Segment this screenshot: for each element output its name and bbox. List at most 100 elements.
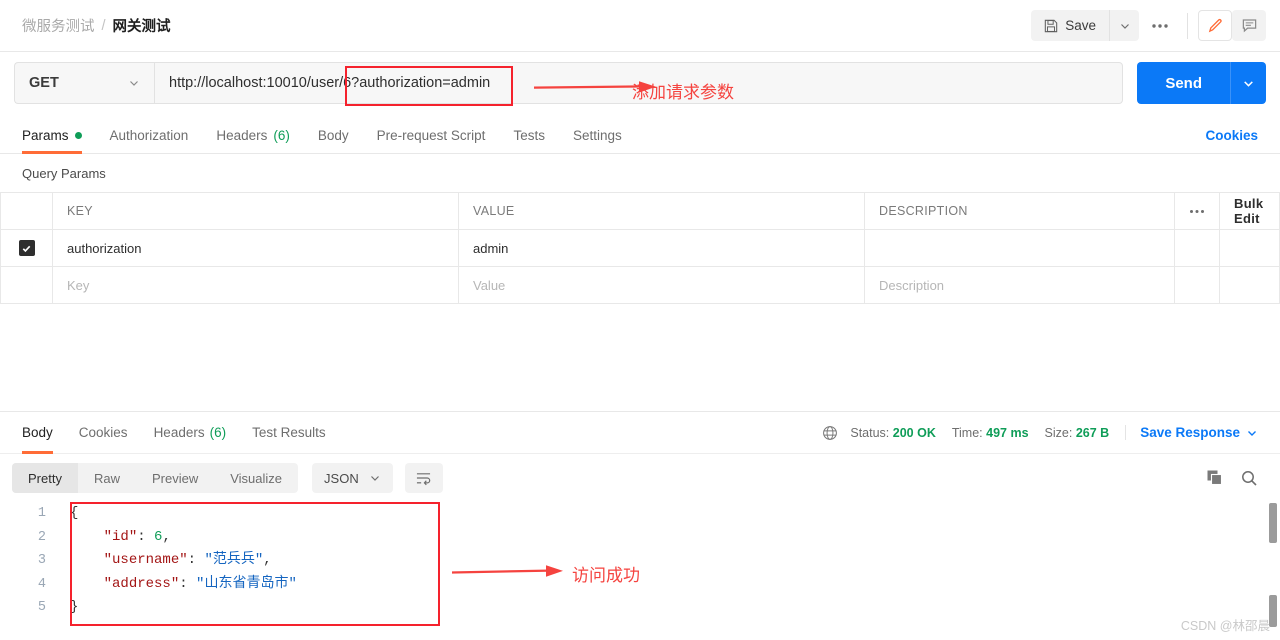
row-description[interactable]	[864, 229, 1175, 267]
code-line: }	[70, 596, 297, 620]
send-dropdown-button[interactable]	[1230, 62, 1266, 104]
view-mode-pretty[interactable]: Pretty	[12, 463, 78, 493]
row-key[interactable]: authorization	[52, 229, 459, 267]
header-divider	[1187, 12, 1188, 39]
view-mode-preview[interactable]: Preview	[136, 463, 214, 493]
header-actions: Save	[1031, 10, 1266, 41]
response-tab-headers-count: (6)	[209, 425, 227, 440]
view-mode-visualize[interactable]: Visualize	[214, 463, 298, 493]
time-value: 497 ms	[986, 425, 1029, 440]
view-mode-raw[interactable]: Raw	[78, 463, 136, 493]
tab-settings[interactable]: Settings	[573, 116, 622, 154]
json-sep: :	[179, 575, 197, 592]
breadcrumb-separator: /	[101, 17, 106, 34]
cookies-link[interactable]: Cookies	[1205, 117, 1258, 153]
tab-authorization[interactable]: Authorization	[110, 116, 189, 154]
json-key-username: "username"	[103, 552, 188, 568]
tab-params[interactable]: Params	[22, 116, 82, 154]
response-tab-test-results[interactable]: Test Results	[252, 412, 326, 454]
response-tab-body[interactable]: Body	[22, 412, 53, 454]
json-sep: :	[187, 552, 205, 568]
row-key-placeholder[interactable]: Key	[52, 266, 459, 304]
send-button[interactable]: Send	[1137, 62, 1230, 104]
watermark: CSDN @林邵晨	[1180, 619, 1270, 633]
chevron-down-icon	[369, 472, 381, 484]
line-number: 4	[37, 576, 46, 592]
save-button-label: Save	[1065, 18, 1096, 33]
row-description-placeholder[interactable]: Description	[864, 266, 1175, 304]
json-comma: ,	[162, 528, 171, 545]
http-method-select[interactable]: GET	[14, 62, 154, 104]
status-label: Status:	[850, 425, 890, 440]
response-toolbar-right	[1206, 469, 1258, 487]
json-value-address: "山东省青岛市"	[196, 575, 297, 592]
query-params-title: Query Params	[22, 166, 106, 181]
save-dropdown-button[interactable]	[1109, 10, 1139, 41]
code-line: "id": 6,	[70, 526, 297, 550]
word-wrap-icon	[415, 471, 432, 486]
response-toolbar: Pretty Raw Preview Visualize JSON	[0, 454, 1280, 502]
send-button-group: Send	[1137, 62, 1266, 104]
comment-icon	[1241, 17, 1258, 34]
status-value: 200 OK	[892, 425, 936, 440]
tab-headers-count: (6)	[273, 127, 290, 143]
bulk-edit-button[interactable]: Bulk Edit	[1219, 192, 1280, 230]
json-value-username: "范兵兵"	[204, 552, 264, 568]
tab-headers[interactable]: Headers (6)	[216, 116, 290, 154]
save-response-button[interactable]: Save Response	[1125, 425, 1258, 440]
line-number: 3	[37, 553, 46, 568]
tab-headers-label: Headers	[216, 127, 268, 143]
row-options-empty	[1174, 266, 1220, 304]
chevron-down-icon	[1119, 20, 1131, 32]
request-tabs: Params Authorization Headers (6) Body Pr…	[0, 116, 1280, 154]
json-code-viewer[interactable]: { "id": 6, "username": "范兵兵", "address":…	[58, 502, 297, 620]
chevron-down-icon	[1242, 77, 1255, 90]
row-value[interactable]: admin	[458, 229, 865, 267]
response-format-select[interactable]: JSON	[312, 463, 393, 493]
response-meta: Status: 200 OK Time: 497 ms Size: 267 B …	[822, 425, 1258, 441]
time-label: Time:	[951, 425, 983, 440]
tab-tests-label: Tests	[513, 127, 545, 143]
window-header: 微服务测试 / 网关测试 Save	[0, 0, 1280, 52]
header-value: VALUE	[458, 192, 865, 230]
comment-button[interactable]	[1232, 10, 1266, 41]
json-key-id: "id"	[103, 528, 138, 545]
tab-body[interactable]: Body	[318, 116, 349, 154]
response-scrollbar-thumb-top[interactable]	[1269, 503, 1277, 543]
check-icon	[21, 243, 32, 254]
breadcrumb-parent[interactable]: 微服务测试	[22, 15, 95, 36]
json-key-address: "address"	[103, 575, 180, 592]
size-value: 267 B	[1075, 425, 1110, 440]
copy-button[interactable]	[1206, 469, 1224, 487]
globe-icon	[822, 425, 838, 441]
word-wrap-button[interactable]	[404, 463, 443, 493]
more-options-button[interactable]	[1143, 10, 1177, 41]
tab-params-label: Params	[22, 127, 69, 143]
json-brace-close: }	[70, 599, 79, 615]
http-method-label: GET	[29, 75, 59, 91]
response-scrollbar-thumb-bottom[interactable]	[1269, 595, 1277, 627]
search-button[interactable]	[1240, 469, 1258, 487]
row-spacer-empty	[1219, 266, 1280, 304]
header-checkbox-cell	[0, 192, 53, 230]
tab-body-label: Body	[317, 127, 349, 143]
edit-button[interactable]	[1198, 10, 1232, 41]
response-tab-headers-label: Headers	[153, 425, 205, 440]
line-number-gutter: 1 2 3 4 5	[12, 502, 58, 620]
table-options-button[interactable]	[1174, 192, 1220, 230]
tab-tests[interactable]: Tests	[513, 116, 545, 154]
json-comma: ,	[263, 552, 272, 568]
url-text: http://localhost:10010/user/6?authorizat…	[169, 75, 491, 91]
response-tab-headers[interactable]: Headers (6)	[154, 412, 227, 454]
save-response-label: Save Response	[1140, 425, 1240, 440]
row-checkbox-cell	[0, 229, 53, 267]
code-line: {	[70, 502, 297, 526]
url-annotation-text: 添加请求参数	[632, 83, 734, 102]
row-value-placeholder[interactable]: Value	[458, 266, 865, 304]
response-tab-cookies[interactable]: Cookies	[79, 412, 128, 454]
chevron-down-icon	[128, 77, 140, 89]
tab-pre-request-script[interactable]: Pre-request Script	[377, 116, 486, 154]
row-checkbox[interactable]	[18, 240, 35, 256]
row-spacer	[1219, 229, 1280, 267]
save-button[interactable]: Save	[1031, 10, 1109, 41]
